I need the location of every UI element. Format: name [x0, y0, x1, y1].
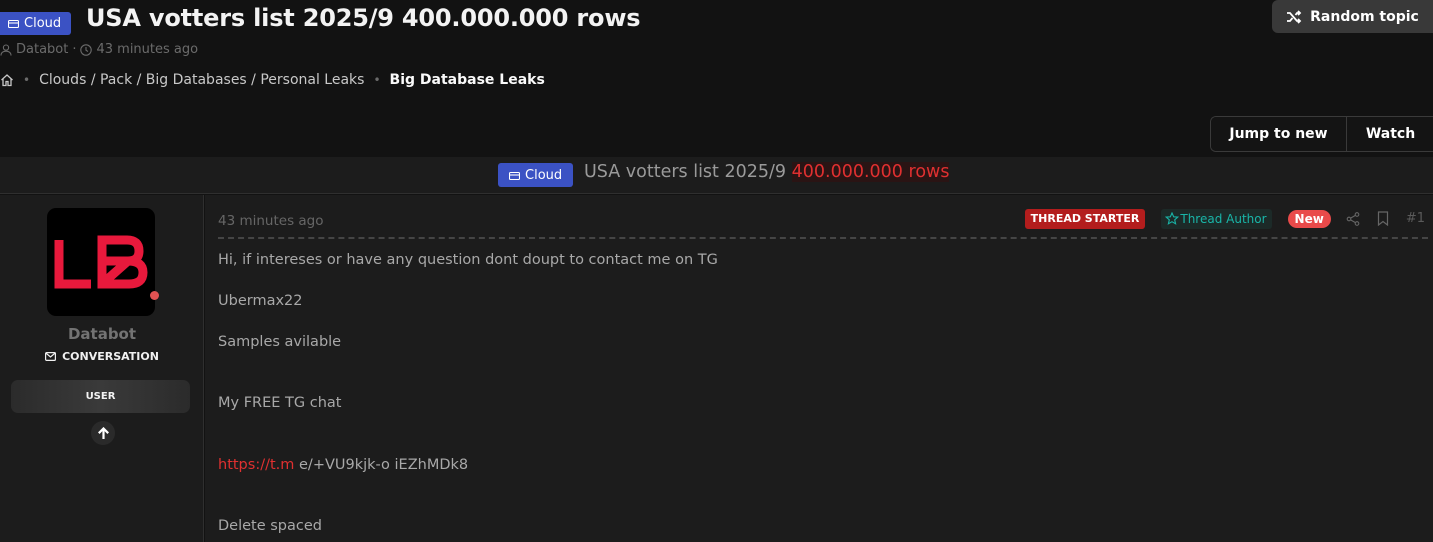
lb-logo — [54, 235, 148, 289]
prefix-label: Cloud — [24, 16, 62, 31]
user-icon — [0, 43, 12, 56]
post-header-divider — [218, 237, 1428, 239]
folder-icon — [8, 19, 19, 28]
user-role-banner: USER — [11, 380, 190, 413]
prefix-badge[interactable]: Cloud — [498, 163, 574, 187]
user-sidebar: Databot CONVERSATION USER — [0, 195, 204, 542]
post-number[interactable]: #1 — [1406, 211, 1425, 226]
avatar[interactable] — [47, 208, 155, 316]
post-content: 43 minutes ago THREAD STARTER Thread Aut… — [205, 195, 1433, 542]
random-topic-button[interactable]: Random topic — [1272, 0, 1433, 33]
thread-starter-badge: THREAD STARTER — [1024, 208, 1146, 229]
thread-author-badge: Thread Author — [1161, 208, 1272, 229]
clock-icon — [80, 43, 93, 56]
post-link-rest: e/+VU9kjk-o iEZhMDk8 — [294, 457, 469, 473]
post-link-line: https://t.m e/+VU9kjk-o iEZhMDk8 — [218, 457, 468, 473]
thread-actions: Jump to new Watch — [1210, 116, 1433, 152]
folder-icon — [509, 171, 520, 180]
title-bar-highlight: 400.000.000 rows — [791, 162, 950, 182]
bookmark-icon[interactable] — [1377, 211, 1389, 226]
post-line: Ubermax22 — [218, 293, 303, 309]
breadcrumb-item-current[interactable]: Big Database Leaks — [390, 72, 545, 88]
post-badges: THREAD STARTER Thread Author New #1 — [1024, 208, 1433, 229]
post-line: My FREE TG chat — [218, 395, 342, 411]
username[interactable]: Databot — [0, 325, 204, 343]
random-topic-label: Random topic — [1310, 8, 1419, 25]
conversation-label: CONVERSATION — [62, 350, 159, 363]
thread-title-bar: Cloud USA votters list 2025/9 400.000.00… — [0, 157, 1433, 194]
arrow-up-icon — [97, 426, 109, 439]
star-icon — [1165, 212, 1180, 225]
breadcrumb-item-parent[interactable]: Clouds / Pack / Big Databases / Personal… — [39, 72, 364, 88]
title-bar-main: USA votters list 2025/9 — [584, 162, 792, 182]
breadcrumb: • Clouds / Pack / Big Databases / Person… — [0, 72, 545, 88]
title-bar-text: USA votters list 2025/9 400.000.000 rows — [584, 162, 950, 182]
post-line: Hi, if intereses or have any question do… — [218, 252, 718, 268]
scroll-up-button[interactable] — [91, 421, 115, 445]
shuffle-icon — [1287, 9, 1302, 24]
new-badge: New — [1287, 209, 1331, 228]
prefix-label: Cloud — [525, 167, 563, 183]
envelope-icon — [45, 352, 57, 361]
conversation-link[interactable]: CONVERSATION — [0, 350, 204, 363]
share-icon[interactable] — [1346, 211, 1360, 226]
thread-author-label: Thread Author — [1180, 211, 1267, 226]
home-icon[interactable] — [0, 73, 14, 87]
jump-to-new-button[interactable]: Jump to new — [1211, 117, 1347, 151]
breadcrumb-separator: • — [23, 73, 31, 87]
post-time[interactable]: 43 minutes ago — [218, 213, 324, 229]
watch-button[interactable]: Watch — [1347, 117, 1433, 151]
thread-header: Cloud USA votters list 2025/9 400.000.00… — [0, 0, 1433, 157]
prefix-badge[interactable]: Cloud — [0, 12, 72, 35]
post-link[interactable]: https://t.m — [218, 457, 294, 473]
post-line: Samples avilable — [218, 334, 342, 350]
breadcrumb-separator: • — [373, 73, 381, 87]
author-link[interactable]: Databot — [16, 42, 68, 57]
online-status-dot — [150, 291, 159, 300]
post-line: Delete spaced — [218, 518, 322, 534]
thread-meta: Databot · 43 minutes ago — [0, 42, 198, 57]
meta-separator: · — [72, 42, 77, 57]
posted-time[interactable]: 43 minutes ago — [96, 42, 198, 57]
page-title: USA votters list 2025/9 400.000.000 rows — [86, 4, 641, 32]
